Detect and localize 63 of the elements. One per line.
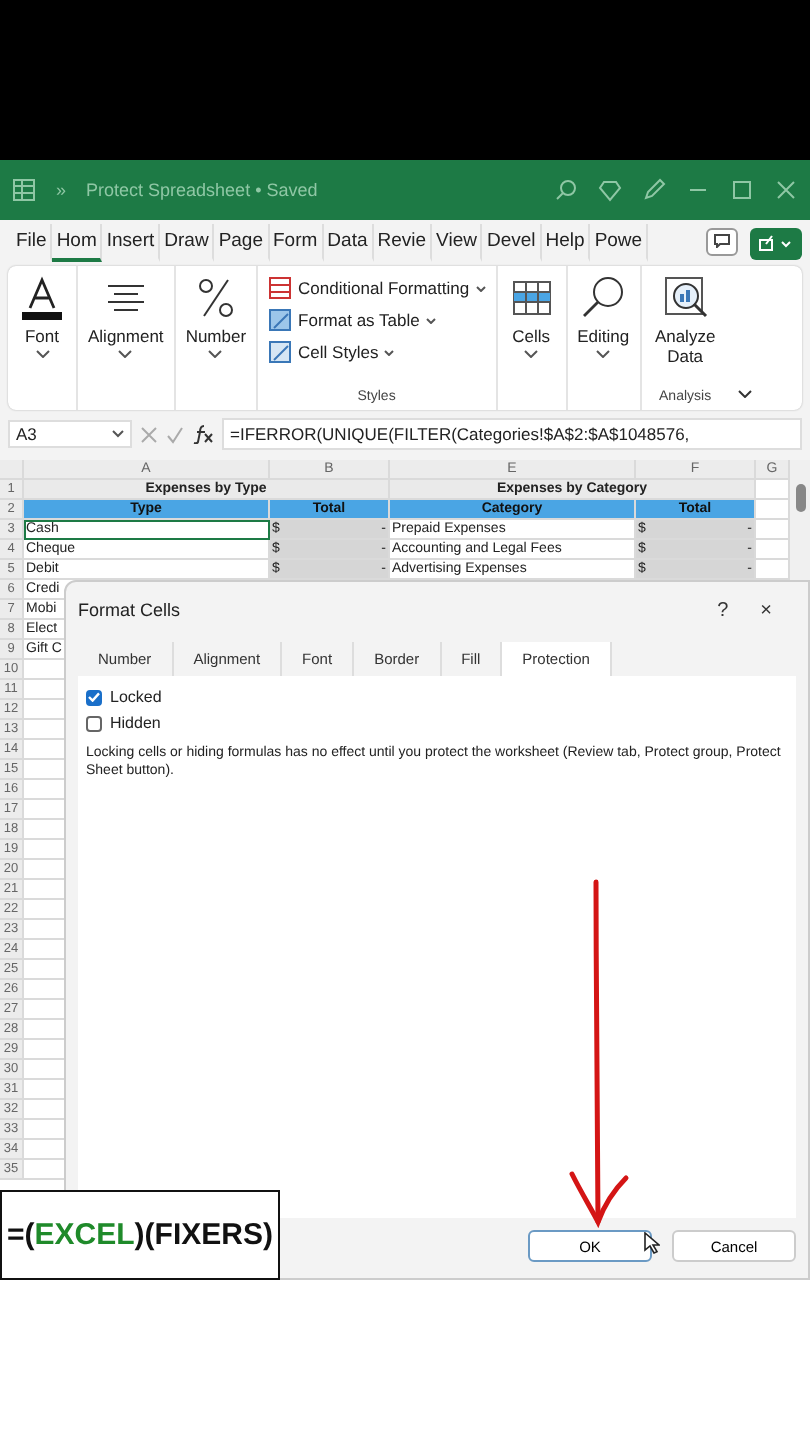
checkbox[interactable] bbox=[86, 689, 102, 705]
chevron-icon bbox=[112, 430, 124, 438]
checkbox-label[interactable]: Locked bbox=[110, 688, 162, 706]
chevron-icon bbox=[475, 285, 486, 291]
comment-icon bbox=[714, 234, 730, 248]
menu-tab[interactable]: Data bbox=[323, 224, 374, 262]
menu-tab[interactable]: Help bbox=[541, 224, 591, 262]
formula-field[interactable]: =IFERROR(UNIQUE(FILTER(Categories!$A$2:$A$1048576, bbox=[222, 418, 802, 450]
chevron-icon bbox=[425, 317, 436, 323]
ribbon-button[interactable]: Font bbox=[18, 274, 66, 346]
conditional-format-icon bbox=[268, 276, 293, 300]
close-button[interactable]: × bbox=[744, 599, 788, 621]
check-icon bbox=[88, 692, 100, 702]
function-icon[interactable] bbox=[192, 424, 214, 444]
ribbon-button[interactable]: Editing bbox=[577, 274, 630, 346]
chevron-icon[interactable] bbox=[737, 390, 752, 398]
share-icon bbox=[758, 234, 794, 252]
comment-button[interactable] bbox=[706, 227, 738, 255]
ribbon-menu-button[interactable]: Format as Table bbox=[268, 306, 436, 334]
dialog-title: Format Cells bbox=[78, 600, 183, 620]
maximize-icon[interactable] bbox=[730, 178, 754, 202]
check-icon[interactable] bbox=[166, 425, 184, 443]
checkbox-label[interactable]: Hidden bbox=[110, 714, 161, 732]
menu-tab[interactable]: Devel bbox=[482, 224, 542, 262]
menu-tab[interactable]: Hom bbox=[52, 224, 103, 262]
table-format-icon bbox=[268, 308, 293, 332]
search-icon[interactable] bbox=[554, 178, 578, 202]
ribbon-menu-button[interactable]: Cell Styles bbox=[268, 338, 395, 366]
ribbon-menu-button[interactable]: Conditional Formatting bbox=[268, 274, 486, 302]
overflow-button[interactable]: » bbox=[56, 180, 67, 200]
menu-tab[interactable]: View bbox=[432, 224, 483, 262]
menu-tab[interactable]: Revie bbox=[373, 224, 433, 262]
chevron-icon[interactable] bbox=[118, 350, 133, 358]
chevron-icon[interactable] bbox=[35, 350, 49, 358]
menu-tab[interactable]: Form bbox=[269, 224, 324, 262]
cursor-icon bbox=[644, 1232, 660, 1254]
chevron-icon bbox=[384, 349, 395, 355]
chevron-icon[interactable] bbox=[524, 350, 539, 358]
diamond-icon[interactable] bbox=[598, 178, 622, 202]
font-color-icon bbox=[18, 274, 66, 322]
document-title[interactable]: Protect Spreadsheet • Saved bbox=[86, 180, 534, 200]
ribbon-button[interactable]: Number bbox=[185, 274, 247, 346]
menu-tab[interactable]: Powe bbox=[590, 224, 649, 262]
menu-tab[interactable]: File bbox=[12, 224, 53, 262]
logo-text: =(EXCEL)(FIXERS) bbox=[0, 1190, 280, 1280]
menu-tab[interactable]: Draw bbox=[160, 224, 215, 262]
magnifier-icon bbox=[579, 274, 628, 322]
ribbon-button[interactable]: Cells bbox=[507, 274, 556, 346]
chevron-icon[interactable] bbox=[208, 350, 223, 358]
chevron-icon[interactable] bbox=[596, 350, 611, 358]
menu-tab[interactable]: Insert bbox=[102, 224, 161, 262]
menu-tab[interactable]: Page bbox=[214, 224, 269, 262]
share-button[interactable] bbox=[750, 227, 802, 259]
name-box[interactable]: A3 bbox=[8, 420, 132, 448]
spreadsheet-icon[interactable] bbox=[12, 178, 36, 202]
pen-icon[interactable] bbox=[642, 178, 666, 202]
help-button[interactable]: ? bbox=[701, 599, 745, 621]
checkbox[interactable] bbox=[86, 715, 102, 731]
chart-magnifier-icon bbox=[661, 274, 710, 322]
ribbon-button[interactable]: Analyze Data bbox=[651, 274, 720, 366]
close-icon[interactable] bbox=[774, 178, 798, 202]
cell-style-icon bbox=[268, 340, 293, 364]
ribbon-button[interactable]: Alignment bbox=[88, 274, 164, 346]
